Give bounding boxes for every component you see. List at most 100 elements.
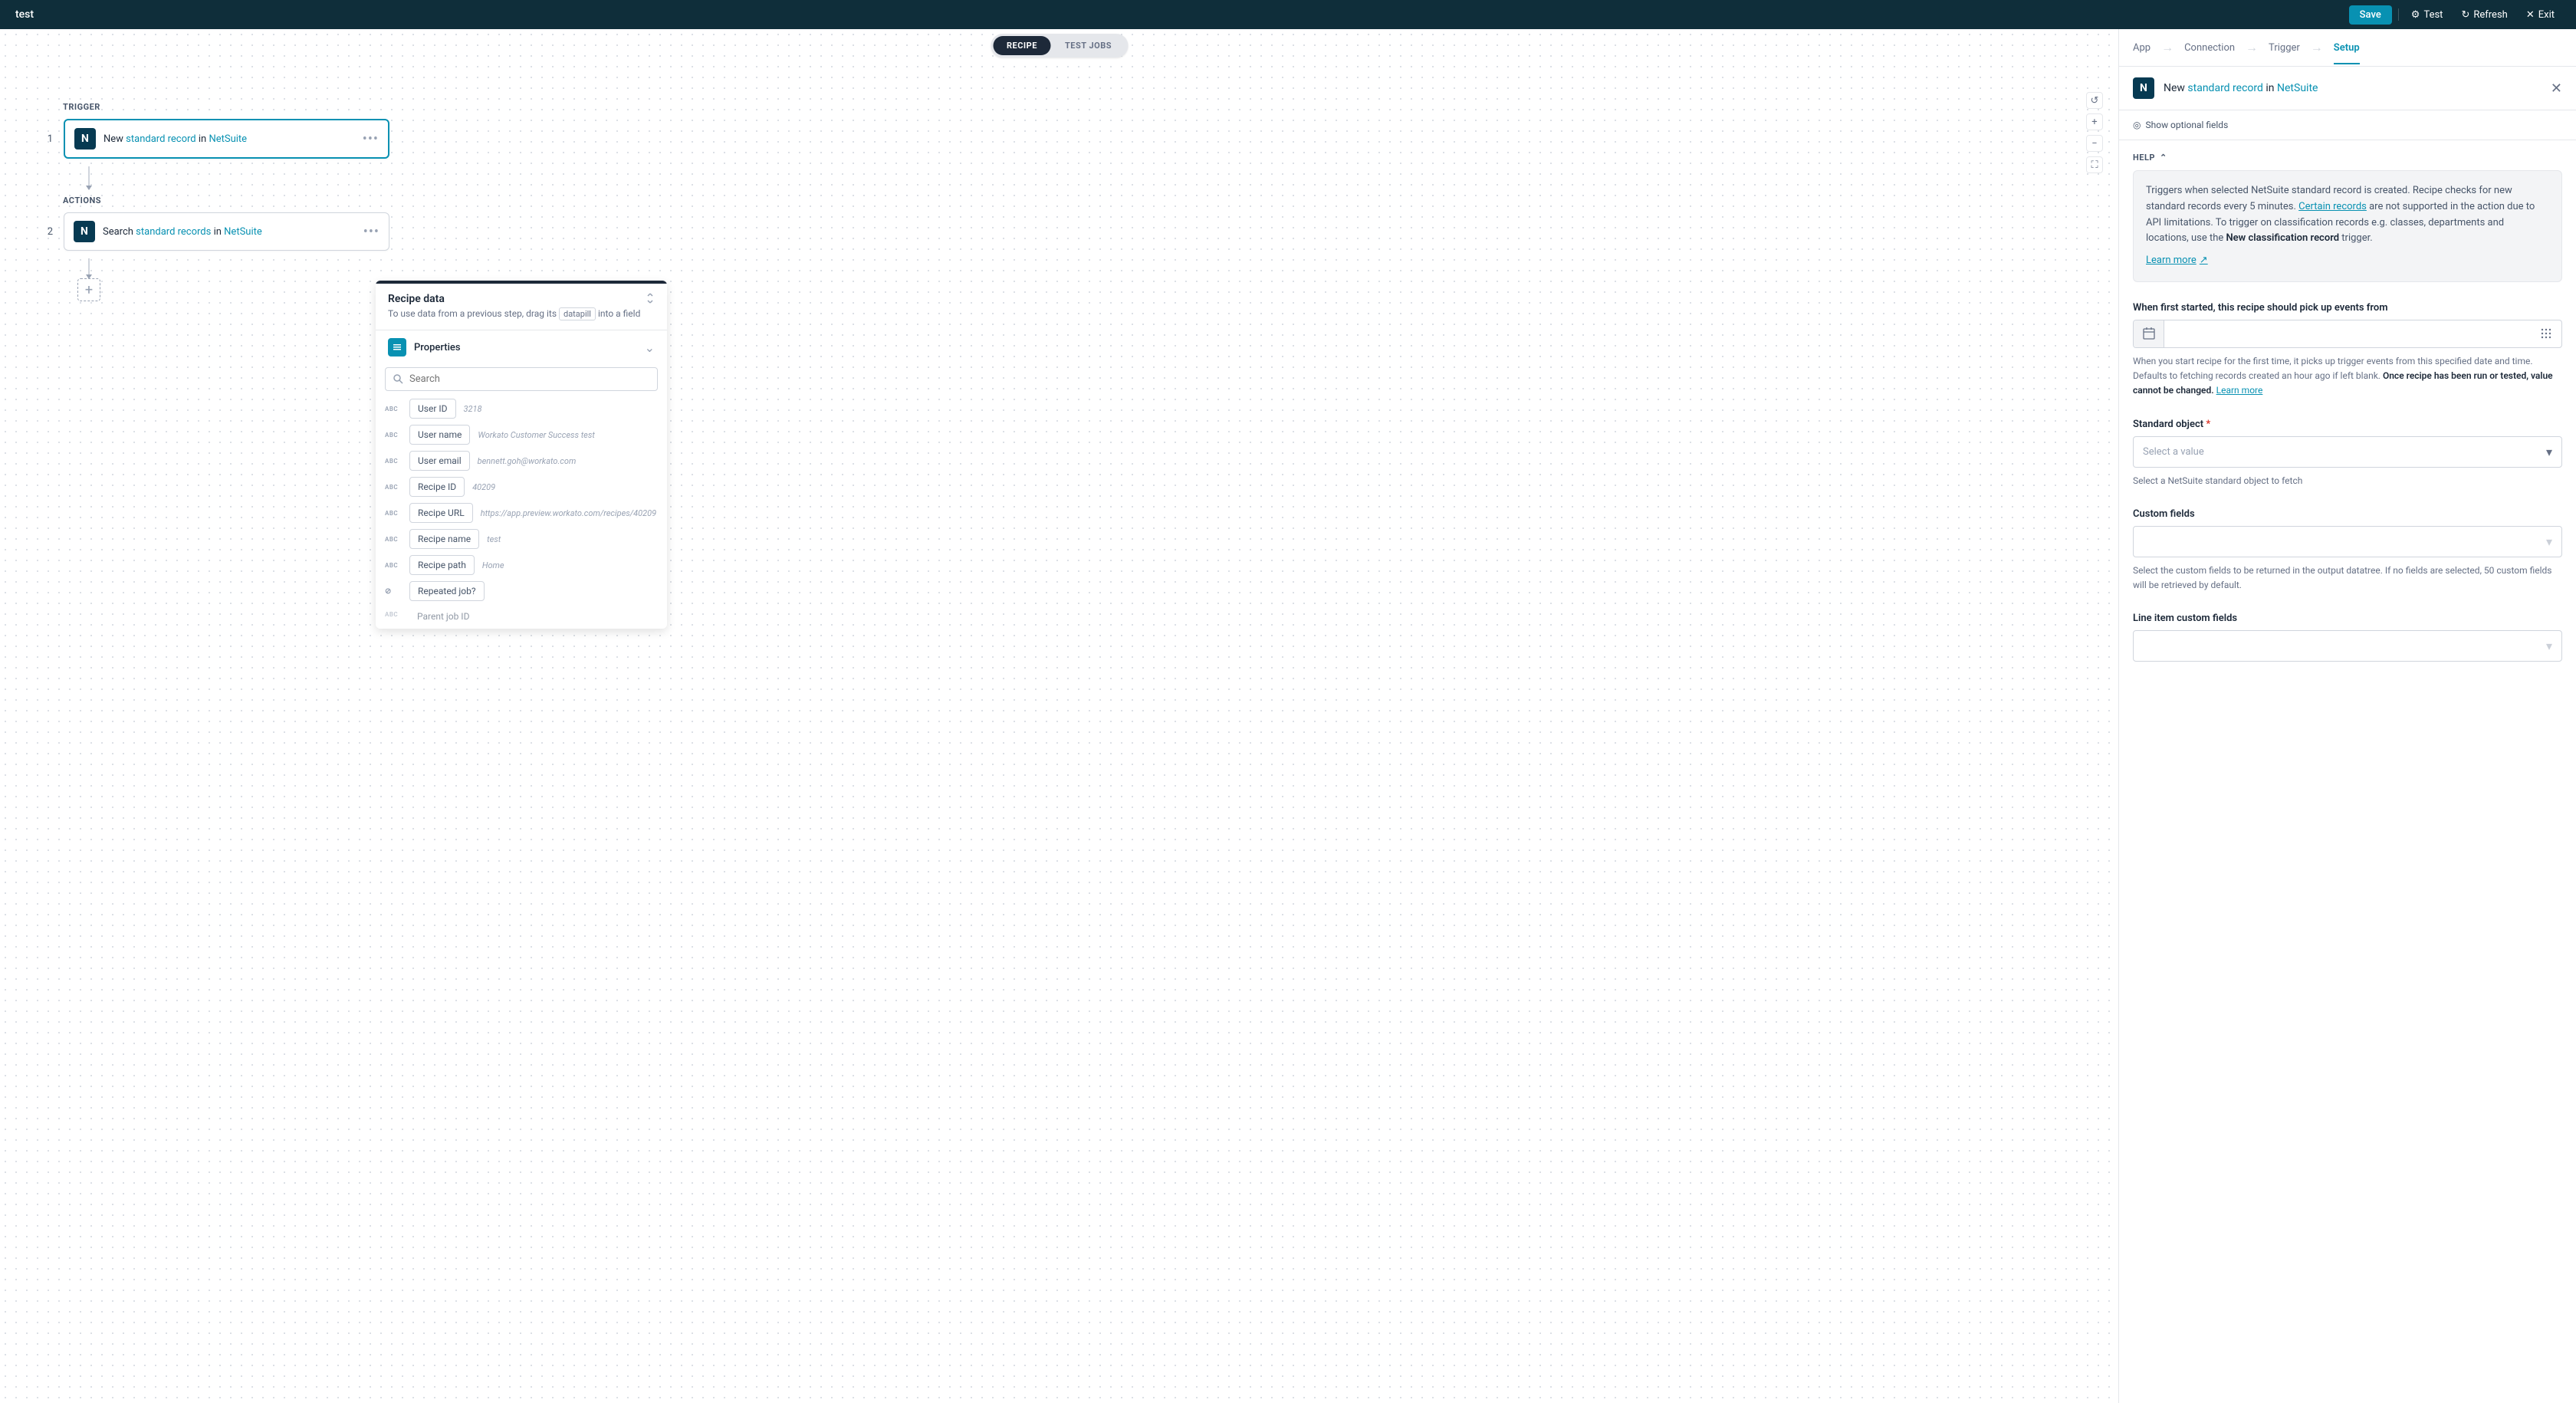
arrow-icon: → [2161, 40, 2174, 55]
field-helper: When you start recipe for the first time… [2133, 354, 2562, 399]
datapill-row[interactable]: ABCUser ID3218 [385, 399, 658, 419]
nav-connection[interactable]: Connection [2184, 42, 2235, 54]
datapill-row[interactable]: ABC Recipe ID 40209 [385, 477, 658, 497]
recipe-data-panel: Recipe data To use data from a previous … [376, 281, 667, 629]
chevron-down-icon: ▾ [2546, 445, 2552, 459]
test-jobs-tab[interactable]: TEST JOBS [1051, 36, 1125, 55]
sub-text2: into a field [596, 308, 640, 319]
expand-icon[interactable] [646, 293, 655, 304]
help-bold: New classification record [2226, 232, 2339, 244]
pill[interactable]: Recipe name [409, 529, 479, 549]
datapill-row[interactable]: ABCRecipe pathHome [385, 555, 658, 575]
recipe-tab[interactable]: RECIPE [993, 36, 1051, 55]
field-label: Standard object * [2133, 419, 2562, 430]
date-field[interactable] [2164, 320, 2531, 347]
properties-icon [388, 338, 406, 356]
text: New [2164, 82, 2187, 94]
pill[interactable]: Recipe URL [409, 503, 473, 523]
learn-more-link[interactable]: Learn more [2216, 385, 2263, 396]
field-label: Line item custom fields [2133, 613, 2562, 624]
step-2[interactable]: 2 N Search standard records in NetSuite … [42, 212, 389, 251]
test-button[interactable]: ⚙ Test [2405, 5, 2450, 25]
more-icon[interactable]: ••• [363, 224, 380, 240]
search-box[interactable] [385, 367, 658, 391]
pill[interactable]: Recipe path [409, 555, 475, 575]
pill-type: ABC [385, 611, 402, 618]
step-1[interactable]: 1 N New standard record in NetSuite ••• [42, 119, 389, 159]
datapill-row[interactable]: ABCUser nameWorkato Customer Success tes… [385, 425, 658, 445]
standard-object-select[interactable]: Select a value ▾ [2133, 436, 2562, 468]
pill-value: bennett.goh@workato.com [478, 456, 577, 466]
pill-value: 40209 [472, 482, 495, 492]
action-card[interactable]: N Search standard records in NetSuite ••… [64, 212, 389, 251]
trigger-card[interactable]: N New standard record in NetSuite ••• [64, 119, 389, 159]
field-helper: Select a NetSuite standard object to fet… [2133, 474, 2562, 488]
pill-type: ABC [385, 484, 402, 491]
text-in: in [211, 226, 224, 238]
text-link: standard record [126, 133, 196, 145]
exit-label: Exit [2538, 9, 2555, 21]
field-label: When first started, this recipe should p… [2133, 302, 2562, 314]
datapill-row[interactable]: ABC Parent job ID [385, 607, 658, 622]
zoom-out-button[interactable]: − [2086, 135, 2103, 152]
text-app: NetSuite [209, 133, 247, 145]
learn-more-text: Learn more [2146, 253, 2196, 269]
pill[interactable]: User email [409, 451, 470, 471]
date-input[interactable] [2133, 320, 2562, 348]
lineitem-fields-select[interactable]: ▾ [2133, 630, 2562, 662]
recipe-title: test [15, 8, 34, 21]
grid-icon[interactable] [2531, 320, 2561, 347]
datapill-chip: datapill [559, 307, 596, 320]
datapill-row[interactable]: ABCRecipe URLhttps://app.preview.workato… [385, 503, 658, 523]
pill-type: ABC [385, 562, 402, 569]
custom-fields-select[interactable]: ▾ [2133, 526, 2562, 557]
pill[interactable]: Repeated job? [409, 581, 485, 601]
show-optional-toggle[interactable]: ◎ Show optional fields [2119, 110, 2576, 140]
save-button[interactable]: Save [2349, 5, 2392, 25]
step-text: New standard record in NetSuite [104, 133, 355, 145]
pill[interactable]: User name [409, 425, 470, 445]
sidebar-body: HELP ⌃ Triggers when selected NetSuite s… [2119, 140, 2576, 694]
panel-subtitle: To use data from a previous step, drag i… [388, 307, 640, 320]
more-icon[interactable]: ••• [363, 131, 379, 147]
netsuite-icon: N [74, 221, 95, 242]
text-app: NetSuite [224, 226, 262, 238]
text-new: New [104, 133, 126, 145]
pill-type: ABC [385, 536, 402, 543]
datapill-row[interactable]: ⊘Repeated job? [385, 581, 658, 601]
fit-button[interactable]: ⛶ [2086, 156, 2103, 173]
step-number: 2 [42, 226, 53, 238]
optional-label: Show optional fields [2145, 120, 2228, 130]
app-header: test Save ⚙ Test ↻ Refresh ✕ Exit [0, 0, 2576, 29]
add-step-button[interactable]: + [77, 278, 100, 301]
nav-setup[interactable]: Setup [2334, 42, 2360, 64]
refresh-button[interactable]: ↻ Refresh [2455, 5, 2513, 25]
help-section-label[interactable]: HELP ⌃ [2133, 153, 2562, 163]
learn-more-link[interactable]: Learn more ↗ [2146, 253, 2208, 269]
pill[interactable]: Parent job ID [409, 607, 477, 622]
label-text: Standard object [2133, 419, 2203, 430]
properties-header[interactable]: Properties ⌄ [376, 330, 667, 364]
zoom-in-button[interactable]: + [2086, 113, 2103, 130]
help-text: trigger. [2339, 232, 2373, 244]
nav-app[interactable]: App [2133, 42, 2150, 54]
undo-button[interactable]: ↺ [2086, 92, 2103, 109]
calendar-icon[interactable] [2134, 320, 2164, 347]
exit-button[interactable]: ✕ Exit [2520, 5, 2561, 25]
divider [2398, 8, 2399, 21]
datapill-row[interactable]: ABCRecipe nametest [385, 529, 658, 549]
pill-type: ABC [385, 432, 402, 439]
pill-value: 3218 [464, 404, 482, 414]
datapill-row[interactable]: ABCUser emailbennett.goh@workato.com [385, 451, 658, 471]
pill[interactable]: User ID [409, 399, 456, 419]
flow-diagram: TRIGGER 1 N New standard record in NetSu… [42, 102, 389, 301]
pill[interactable]: Recipe ID [409, 477, 465, 497]
certain-records-link[interactable]: Certain records [2298, 201, 2367, 212]
sidebar-header: N New standard record in NetSuite ✕ [2119, 67, 2576, 110]
help-text: HELP [2133, 153, 2155, 163]
close-button[interactable]: ✕ [2551, 80, 2562, 97]
search-input[interactable] [409, 373, 649, 385]
chevron-down-icon: ▾ [2546, 534, 2552, 549]
step-text: Search standard records in NetSuite [103, 226, 356, 238]
nav-trigger[interactable]: Trigger [2269, 42, 2300, 54]
